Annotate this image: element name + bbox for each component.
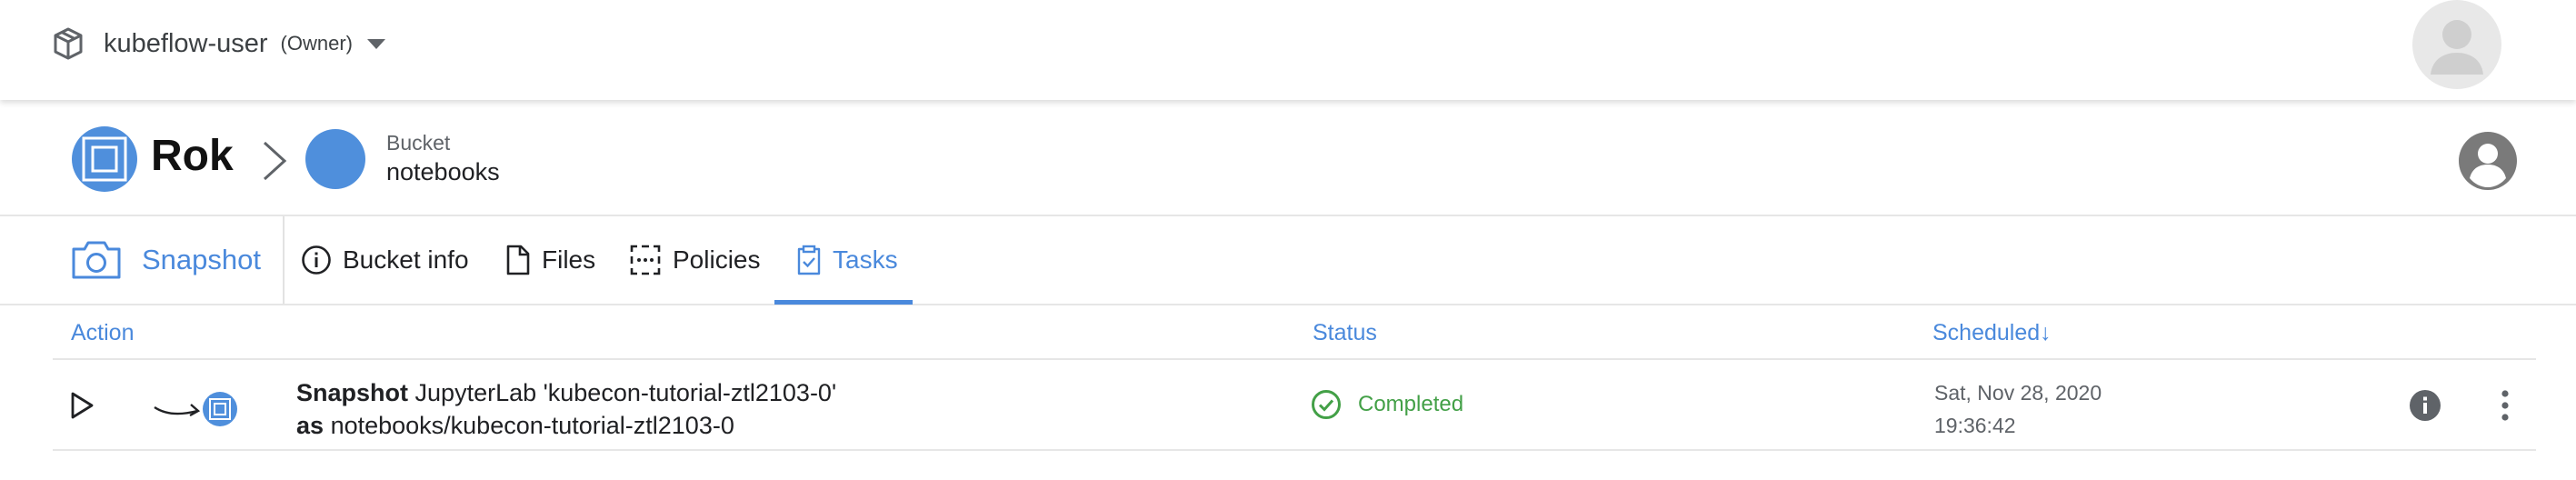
chevron-down-icon <box>366 38 385 49</box>
person-icon <box>2431 20 2483 75</box>
clipboard-check-icon <box>797 245 821 275</box>
chevron-right-icon <box>263 141 287 181</box>
task-description: Snapshot JupyterLab 'kubecon-tutorial-zt… <box>296 376 836 442</box>
tab-policies-label: Policies <box>673 245 761 274</box>
namespace-name: kubeflow-user <box>104 28 268 58</box>
tab-tasks[interactable]: Tasks <box>774 216 913 304</box>
tab-files-label: Files <box>542 245 596 274</box>
tab-bucket-info[interactable]: Bucket info <box>301 216 469 304</box>
column-header-scheduled[interactable]: Scheduled↓ <box>1932 320 2052 346</box>
column-header-action[interactable]: Action <box>71 320 134 346</box>
info-icon[interactable] <box>2409 389 2441 422</box>
file-icon <box>506 245 530 275</box>
task-destination: notebooks/kubecon-tutorial-ztl2103-0 <box>330 412 734 439</box>
bucket-avatar <box>305 129 365 189</box>
rok-header: Rok Bucket notebooks <box>0 100 2576 216</box>
play-icon <box>71 392 94 419</box>
scheduled-cell: Sat, Nov 28, 2020 19:36:42 <box>1934 376 2102 442</box>
tab-bucket-info-label: Bucket info <box>343 245 469 274</box>
snapshot-to-rok-icon <box>154 392 237 426</box>
camera-icon <box>72 241 121 279</box>
snapshot-label: Snapshot <box>142 244 261 275</box>
app-title: Rok <box>151 132 234 180</box>
expand-row-button[interactable] <box>62 385 102 425</box>
column-header-status[interactable]: Status <box>1313 320 1377 346</box>
task-target: JupyterLab 'kubecon-tutorial-ztl2103-0' <box>414 379 837 406</box>
more-vert-icon[interactable] <box>2485 385 2525 425</box>
namespace-role: (Owner) <box>280 32 353 55</box>
tasks-table-header: Action Status Scheduled↓ <box>53 305 2536 360</box>
scheduled-time: 19:36:42 <box>1934 414 2016 437</box>
tab-bar: Snapshot Bucket info Files Policies Task… <box>0 216 2576 305</box>
tab-files[interactable]: Files <box>505 216 595 304</box>
account-avatar[interactable] <box>2412 0 2501 89</box>
namespace-selector[interactable]: kubeflow-user (Owner) <box>53 25 385 62</box>
top-bar: kubeflow-user (Owner) <box>0 0 2576 100</box>
active-tab-indicator <box>774 300 913 305</box>
status-badge: Completed <box>1358 392 1464 416</box>
breadcrumb-bucket-name[interactable]: notebooks <box>386 158 500 186</box>
tab-tasks-label: Tasks <box>833 245 898 274</box>
tab-divider <box>283 216 285 304</box>
table-row[interactable]: Snapshot JupyterLab 'kubecon-tutorial-zt… <box>53 360 2536 451</box>
account-circle-icon[interactable] <box>2458 131 2518 191</box>
info-icon <box>302 245 331 275</box>
scheduled-date: Sat, Nov 28, 2020 <box>1934 381 2102 405</box>
task-as-word: as <box>296 412 324 439</box>
policy-icon <box>630 245 661 275</box>
tab-policies[interactable]: Policies <box>629 216 760 304</box>
check-circle-icon <box>1312 390 1341 419</box>
snapshot-button[interactable]: Snapshot <box>71 216 261 304</box>
status-cell: Completed <box>1311 389 1463 420</box>
breadcrumb-bucket-label: Bucket <box>386 131 451 155</box>
rok-logo-icon[interactable] <box>71 125 138 193</box>
task-verb: Snapshot <box>296 379 409 406</box>
package-icon <box>54 27 83 60</box>
